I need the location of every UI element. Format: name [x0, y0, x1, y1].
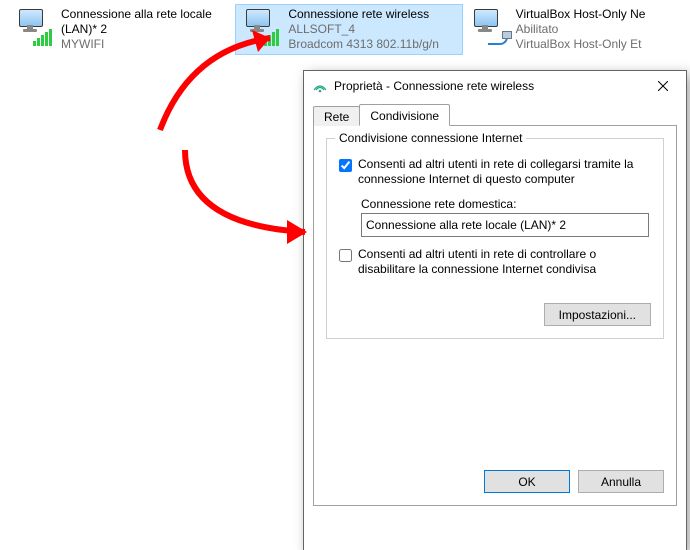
- tab-sharing[interactable]: Condivisione: [359, 104, 450, 126]
- ok-button[interactable]: OK: [484, 470, 570, 493]
- connection-item-virtualbox[interactable]: VirtualBox Host-Only Ne Abilitato Virtua…: [463, 4, 690, 55]
- tab-network[interactable]: Rete: [313, 106, 360, 126]
- network-adapter-wifi-icon: [15, 7, 55, 47]
- close-button[interactable]: [640, 71, 686, 101]
- connection-status: Abilitato: [516, 22, 646, 37]
- allow-control-label: Consenti ad altri utenti in rete di cont…: [358, 247, 651, 277]
- network-adapter-ethernet-icon: [470, 7, 510, 47]
- sharing-panel: Condivisione connessione Internet Consen…: [313, 126, 677, 506]
- connection-item-wireless[interactable]: Connessione rete wireless ALLSOFT_4 Broa…: [235, 4, 462, 55]
- home-connection-dropdown[interactable]: Connessione alla rete locale (LAN)* 2: [361, 213, 649, 237]
- home-connection-label: Connessione rete domestica:: [361, 197, 651, 211]
- dialog-title: Proprietà - Connessione rete wireless: [334, 79, 640, 93]
- connection-item-lan[interactable]: Connessione alla rete locale (LAN)* 2 MY…: [8, 4, 235, 55]
- connection-status: MYWIFI: [61, 37, 228, 52]
- connection-detail: VirtualBox Host-Only Et: [516, 37, 646, 52]
- connection-name: VirtualBox Host-Only Ne: [516, 7, 646, 22]
- allow-sharing-checkbox[interactable]: [339, 159, 352, 172]
- network-adapter-wifi-icon: [242, 7, 282, 47]
- dialog-tabs: Rete Condivisione: [313, 103, 677, 126]
- cancel-button[interactable]: Annulla: [578, 470, 664, 493]
- ics-group-title: Condivisione connessione Internet: [335, 131, 526, 145]
- properties-dialog: Proprietà - Connessione rete wireless Re…: [303, 70, 687, 550]
- close-icon: [658, 81, 668, 91]
- home-connection-value: Connessione alla rete locale (LAN)* 2: [366, 218, 566, 232]
- connection-name: Connessione rete wireless: [288, 7, 439, 22]
- wifi-properties-icon: [312, 78, 328, 94]
- connection-name: Connessione alla rete locale (LAN)* 2: [61, 7, 228, 37]
- connection-detail: Broadcom 4313 802.11b/g/n: [288, 37, 439, 52]
- connection-status: ALLSOFT_4: [288, 22, 439, 37]
- allow-sharing-label: Consenti ad altri utenti in rete di coll…: [358, 157, 651, 187]
- settings-button[interactable]: Impostazioni...: [544, 303, 651, 326]
- dialog-titlebar[interactable]: Proprietà - Connessione rete wireless: [304, 71, 686, 101]
- allow-control-checkbox[interactable]: [339, 249, 352, 262]
- ics-groupbox: Condivisione connessione Internet Consen…: [326, 138, 664, 339]
- network-connections-list: Connessione alla rete locale (LAN)* 2 MY…: [0, 0, 690, 55]
